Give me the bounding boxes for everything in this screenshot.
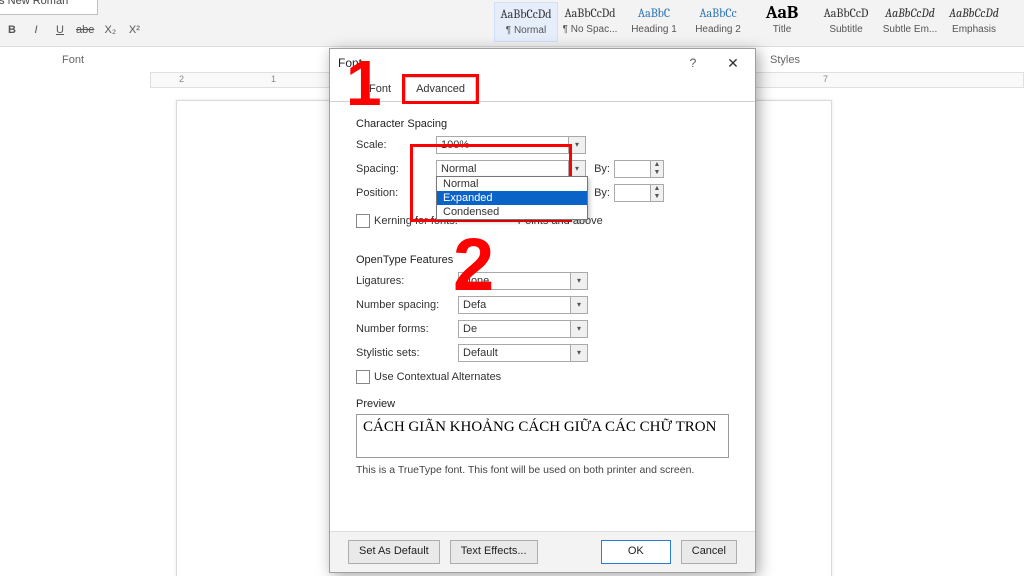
stylistic-sets-label: Stylistic sets: xyxy=(356,347,458,359)
bold-button[interactable]: B xyxy=(4,24,20,36)
dialog-title-text: Font xyxy=(338,56,362,70)
character-spacing-label: Character Spacing xyxy=(356,118,729,130)
tab-font[interactable]: Font xyxy=(358,77,402,101)
style-nospacing[interactable]: AaBbCcDd¶ No Spac... xyxy=(558,2,622,42)
opentype-label: OpenType Features xyxy=(356,254,729,266)
number-forms-combo[interactable]: De▾ xyxy=(458,320,588,338)
style-heading2[interactable]: AaBbCcHeading 2 xyxy=(686,2,750,42)
number-spacing-combo[interactable]: Defa▾ xyxy=(458,296,588,314)
dialog-help-button[interactable]: ? xyxy=(679,49,707,77)
italic-button[interactable]: I xyxy=(28,24,44,36)
spacing-option-normal[interactable]: Normal xyxy=(437,177,587,191)
contextual-alternates-label: Use Contextual Alternates xyxy=(374,371,501,383)
spacing-label: Spacing: xyxy=(356,163,436,175)
strike-button[interactable]: abe xyxy=(76,24,94,36)
ligatures-label: Ligatures: xyxy=(356,275,458,287)
style-gallery[interactable]: AaBbCcDd¶ Normal AaBbCcDd¶ No Spac... Aa… xyxy=(494,2,1006,42)
chevron-down-icon[interactable]: ▾ xyxy=(568,137,585,153)
spacing-by-label: By: xyxy=(586,163,614,175)
ribbon-group-styles-label: Styles xyxy=(770,54,800,66)
preview-hint: This is a TrueType font. This font will … xyxy=(356,464,729,476)
chevron-down-icon[interactable]: ▾ xyxy=(570,321,587,337)
chevron-down-icon[interactable]: ▾ xyxy=(570,345,587,361)
tab-advanced[interactable]: Advanced xyxy=(405,77,476,101)
chevron-down-icon[interactable]: ▾ xyxy=(570,297,587,313)
ribbon: es New Roman B I U abe X₂ X² AaBbCcDd¶ N… xyxy=(0,0,1024,47)
style-emphasis[interactable]: AaBbCcDdEmphasis xyxy=(942,2,1006,42)
cancel-button[interactable]: Cancel xyxy=(681,540,737,564)
dialog-tabs: Font Advanced xyxy=(330,77,755,102)
dialog-button-bar: Set As Default Text Effects... OK Cancel xyxy=(330,531,755,572)
spacing-dropdown[interactable]: Normal Expanded Condensed xyxy=(436,176,588,220)
font-format-icons: B I U abe X₂ X² xyxy=(4,24,142,36)
spacing-option-condensed[interactable]: Condensed xyxy=(437,205,587,219)
style-normal[interactable]: AaBbCcDd¶ Normal xyxy=(494,2,558,42)
superscript-button[interactable]: X² xyxy=(126,24,142,36)
underline-button[interactable]: U xyxy=(52,24,68,36)
spacing-option-expanded[interactable]: Expanded xyxy=(437,191,587,205)
preview-label: Preview xyxy=(356,398,729,410)
stylistic-sets-combo[interactable]: Default▾ xyxy=(458,344,588,362)
ligatures-combo[interactable]: None▾ xyxy=(458,272,588,290)
preview-box: CÁCH GIÃN KHOẢNG CÁCH GIỮA CÁC CHỮ TRON xyxy=(356,414,729,458)
spacing-by-spinner[interactable]: ▲▼ xyxy=(614,160,664,178)
dialog-titlebar[interactable]: Font ? ✕ xyxy=(330,49,755,77)
dialog-close-button[interactable]: ✕ xyxy=(717,49,749,77)
style-title[interactable]: AaBTitle xyxy=(750,2,814,42)
chevron-down-icon[interactable]: ▾ xyxy=(568,161,585,177)
scale-label: Scale: xyxy=(356,139,436,151)
chevron-down-icon[interactable]: ▾ xyxy=(570,273,587,289)
set-as-default-button[interactable]: Set As Default xyxy=(348,540,440,564)
text-effects-button[interactable]: Text Effects... xyxy=(450,540,538,564)
subscript-button[interactable]: X₂ xyxy=(102,24,118,36)
contextual-alternates-checkbox[interactable]: Use Contextual Alternates xyxy=(356,370,501,384)
ribbon-group-font-label: Font xyxy=(62,54,84,66)
font-dialog: Font ? ✕ Font Advanced Character Spacing… xyxy=(329,48,756,573)
style-subtle-em[interactable]: AaBbCcDdSubtle Em... xyxy=(878,2,942,42)
style-heading1[interactable]: AaBbCHeading 1 xyxy=(622,2,686,42)
scale-combo[interactable]: 100%▾ xyxy=(436,136,586,154)
position-by-spinner[interactable]: ▲▼ xyxy=(614,184,664,202)
position-by-label: By: xyxy=(586,187,614,199)
number-spacing-label: Number spacing: xyxy=(356,299,458,311)
number-forms-label: Number forms: xyxy=(356,323,458,335)
style-subtitle[interactable]: AaBbCcDSubtitle xyxy=(814,2,878,42)
ok-button[interactable]: OK xyxy=(601,540,671,564)
font-name-combo[interactable]: es New Roman xyxy=(0,0,98,15)
position-label: Position: xyxy=(356,187,436,199)
